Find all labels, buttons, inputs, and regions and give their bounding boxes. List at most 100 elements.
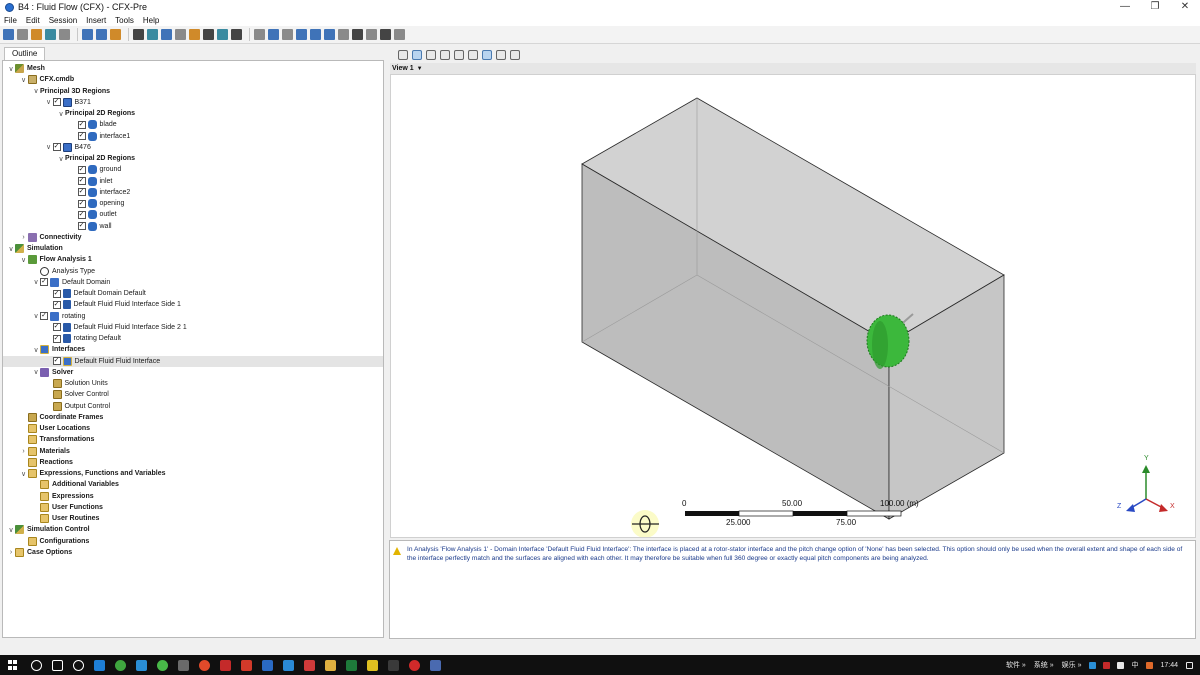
zoom-fit-icon[interactable] [468, 50, 478, 60]
expand-caret-icon[interactable]: ∨ [20, 76, 28, 84]
tray-icon-security[interactable] [1103, 661, 1111, 669]
menu-file[interactable]: File [4, 16, 17, 25]
visibility-checkbox[interactable]: ✓ [77, 199, 86, 208]
ime-indicator[interactable]: 中 [1131, 660, 1138, 670]
select-icon[interactable] [398, 50, 408, 60]
mesh-icon[interactable] [45, 29, 56, 40]
visibility-checkbox[interactable]: ✓ [77, 177, 86, 185]
initialization-icon[interactable] [203, 29, 214, 40]
app-icon-blue-2[interactable] [262, 659, 273, 671]
expand-caret-icon[interactable]: › [7, 549, 15, 556]
3d-viewport[interactable]: 0 50.00 100.00 (m) 25.000 75.00 Y X Z [390, 74, 1196, 538]
cortana-icon[interactable] [73, 659, 84, 671]
expand-caret-icon[interactable]: ∨ [45, 98, 53, 106]
expand-caret-icon[interactable]: ∨ [7, 245, 15, 253]
material-icon[interactable] [296, 29, 307, 40]
tray-icon-network[interactable] [1089, 661, 1097, 669]
start-icon[interactable] [8, 660, 18, 670]
app-icon-red[interactable] [220, 659, 231, 671]
tree-item[interactable]: ✓ interface2 [3, 187, 383, 198]
tree-item[interactable]: Expressions [3, 491, 383, 502]
visibility-checkbox[interactable]: ✓ [52, 143, 61, 152]
tree-item[interactable]: User Routines [3, 513, 383, 524]
app-icon-gray[interactable] [178, 659, 189, 671]
tree-item[interactable]: Coordinate Frames [3, 412, 383, 423]
expand-caret-icon[interactable]: ∨ [32, 312, 40, 320]
tree-item[interactable]: › Materials [3, 446, 383, 457]
tree-item[interactable]: ∨ ✓ Default Domain [3, 277, 383, 288]
menu-edit[interactable]: Edit [26, 16, 40, 25]
visibility-checkbox[interactable]: ✓ [52, 98, 61, 107]
file-explorer-icon[interactable] [325, 659, 336, 671]
solver-control-icon[interactable] [217, 29, 228, 40]
minimize-button[interactable]: — [1110, 0, 1140, 14]
tree-item[interactable]: ∨ ✓ B476 [3, 142, 383, 153]
tree-item[interactable]: ∨ CFX.cmdb [3, 74, 383, 85]
search-icon[interactable] [31, 659, 42, 671]
app-icon-blue[interactable] [136, 659, 147, 671]
view-selector[interactable]: View 1 ▼ [390, 63, 1196, 74]
transform-icon[interactable] [338, 29, 349, 40]
visibility-checkbox[interactable]: ✓ [77, 188, 86, 197]
tree-item[interactable]: ∨ Mesh [3, 63, 383, 74]
app-icon-blue-3[interactable] [283, 659, 294, 671]
visibility-checkbox[interactable]: ✓ [77, 120, 86, 129]
write-solver-icon[interactable] [380, 29, 391, 40]
tab-outline[interactable]: Outline [4, 47, 46, 60]
tree-item[interactable]: ∨ ✓ B371 [3, 97, 383, 108]
menu-tools[interactable]: Tools [115, 16, 134, 25]
define-run-icon[interactable] [394, 29, 405, 40]
task-view-icon[interactable] [52, 659, 63, 671]
message-row[interactable]: In Analysis 'Flow Analysis 1' - Domain I… [393, 545, 1191, 563]
tree-item[interactable]: ∨ Expressions, Functions and Variables [3, 468, 383, 479]
restore-button[interactable]: ❐ [1140, 0, 1170, 14]
tree-item[interactable]: ∨ Simulation [3, 243, 383, 254]
expand-caret-icon[interactable]: › [20, 448, 28, 455]
boundary-icon[interactable] [161, 29, 172, 40]
tree-item[interactable]: User Locations [3, 423, 383, 434]
visibility-checkbox[interactable]: ✓ [52, 323, 61, 332]
tree-item[interactable]: Analysis Type [3, 266, 383, 277]
tree-item[interactable]: ✓ Default Fluid Fluid Interface [3, 355, 383, 367]
save-icon[interactable] [3, 29, 14, 40]
tree-item[interactable]: ✓ interface1 [3, 131, 383, 142]
tree-item[interactable]: ∨ ✓ rotating [3, 311, 383, 322]
expand-caret-icon[interactable]: ∨ [32, 346, 40, 354]
location-icon[interactable] [324, 29, 335, 40]
save-as-icon[interactable] [17, 29, 28, 40]
edit-icon[interactable] [110, 29, 121, 40]
tray-label-system[interactable]: 系统 » [1034, 660, 1054, 670]
tree-item[interactable]: ✓ wall [3, 221, 383, 232]
analysis-type-icon[interactable] [133, 29, 144, 40]
rotate-icon[interactable] [412, 50, 422, 60]
tree-item[interactable]: Solution Units [3, 378, 383, 389]
tree-item[interactable]: ∨ Interfaces [3, 344, 383, 355]
show-hide-icon[interactable] [510, 50, 520, 60]
tree-item[interactable]: ∨ Principal 2D Regions [3, 108, 383, 119]
chrome-icon[interactable] [199, 659, 210, 671]
excel-icon[interactable] [346, 659, 357, 671]
visibility-checkbox[interactable]: ✓ [40, 278, 48, 287]
additional-variable-icon[interactable] [310, 29, 321, 40]
expand-caret-icon[interactable]: ∨ [32, 278, 40, 286]
pan-icon[interactable] [426, 50, 436, 60]
menu-session[interactable]: Session [49, 16, 77, 25]
expand-caret-icon[interactable]: ∨ [32, 368, 40, 376]
tree-item[interactable]: › Case Options [3, 547, 383, 558]
interface-icon[interactable] [268, 29, 279, 40]
expand-caret-icon[interactable]: ∨ [57, 155, 65, 163]
plane-icon[interactable] [352, 29, 363, 40]
record-icon[interactable] [409, 659, 420, 671]
tree-item[interactable]: ✓ opening [3, 198, 383, 209]
tree-item[interactable]: ∨ Simulation Control [3, 524, 383, 535]
tree-item[interactable]: ✓ ground [3, 164, 383, 175]
acrobat-icon[interactable] [241, 659, 252, 671]
expand-caret-icon[interactable]: ∨ [20, 470, 28, 478]
tree-item[interactable]: ∨ Principal 2D Regions [3, 153, 383, 164]
viewport-layout-icon[interactable] [496, 50, 506, 60]
tree-item[interactable]: User Functions [3, 502, 383, 513]
visibility-checkbox[interactable]: ✓ [77, 165, 86, 174]
tree-item[interactable]: ✓ Default Fluid Fluid Interface Side 2 1 [3, 322, 383, 333]
redo-icon[interactable] [96, 29, 107, 40]
subdomain-icon[interactable] [175, 29, 186, 40]
